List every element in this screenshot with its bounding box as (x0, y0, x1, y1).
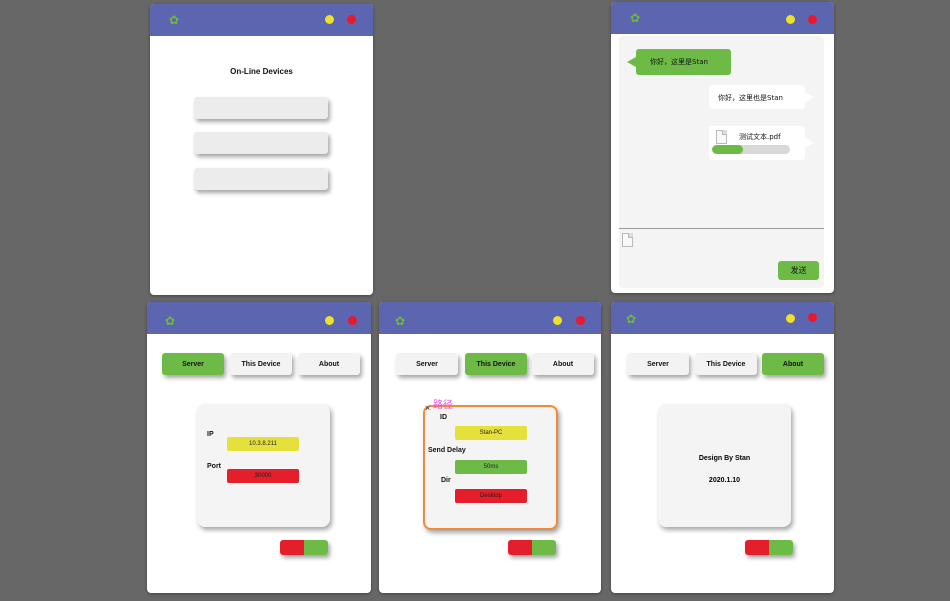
file-message[interactable]: 测试文本.pdf (709, 126, 814, 160)
close-button[interactable] (347, 15, 356, 24)
file-progress-fill (712, 145, 744, 154)
title-bar: ✿ (611, 302, 834, 334)
about-window: ✿ Server This Device About Design By Sta… (611, 302, 834, 593)
online-devices-window: ✿ On-Line Devices (150, 4, 373, 295)
id-label: ID (440, 414, 447, 421)
dir-value[interactable]: Desktop (455, 489, 527, 503)
design-credit: Design By Stan (698, 455, 751, 462)
path-label: 路径 (433, 400, 453, 411)
toggle-on (304, 540, 328, 555)
tab-about[interactable]: About (532, 353, 594, 375)
toggle-on (769, 540, 793, 555)
gear-icon[interactable]: ✿ (394, 315, 406, 327)
minimize-button[interactable] (786, 314, 795, 323)
server-toggle[interactable] (280, 540, 328, 555)
bubble-tail (627, 57, 636, 67)
chat-area: 你好，这里是Stan 你好，这里也是Stan 测试文本.pdf (619, 36, 824, 288)
port-label: Port (207, 463, 221, 470)
gear-icon[interactable]: ✿ (629, 12, 641, 24)
tab-this-device[interactable]: This Device (465, 353, 527, 375)
title-bar: ✿ (150, 4, 373, 36)
gear-icon[interactable]: ✿ (164, 315, 176, 327)
bubble-tail (805, 92, 814, 102)
minimize-button[interactable] (325, 316, 334, 325)
device-slot-2[interactable] (194, 132, 328, 154)
tab-this-device[interactable]: This Device (695, 353, 757, 375)
about-toggle[interactable] (745, 540, 793, 555)
ip-value[interactable]: 10.3.8.211 (227, 437, 299, 451)
device-toggle[interactable] (508, 540, 556, 555)
toggle-on (532, 540, 556, 555)
port-value[interactable]: 30000 (227, 469, 299, 483)
toggle-off (280, 540, 304, 555)
file-name: 测试文本.pdf (739, 133, 781, 141)
gear-icon[interactable]: ✿ (168, 14, 180, 26)
close-button[interactable] (348, 316, 357, 325)
release-date: 2020.1.10 (708, 477, 741, 484)
dir-label: Dir (441, 477, 451, 484)
file-icon (716, 130, 727, 144)
toggle-off (508, 540, 532, 555)
device-info-card: × 路径 ID Stan-PC Send Delay 50ms Dir Desk… (423, 400, 558, 530)
send-button[interactable]: 发送 (778, 261, 819, 280)
minimize-button[interactable] (553, 316, 562, 325)
online-devices-title: On-Line Devices (230, 67, 293, 76)
ip-label: IP (207, 431, 214, 438)
title-bar: ✿ (611, 2, 834, 34)
server-info-card: IP 10.3.8.211 Port 30000 (197, 404, 330, 527)
close-button[interactable] (576, 316, 585, 325)
path-close-mark[interactable]: × (425, 403, 430, 413)
attach-file-icon[interactable] (622, 233, 633, 247)
outgoing-message-text: 你好，这里也是Stan (718, 94, 783, 102)
device-slot-3[interactable] (194, 168, 328, 190)
tab-server[interactable]: Server (162, 353, 224, 375)
chat-window: ✿ 你好，这里是Stan 你好，这里也是Stan 测试文本.pdf 发送 (611, 2, 834, 293)
tab-about[interactable]: About (762, 353, 824, 375)
tab-server[interactable]: Server (627, 353, 689, 375)
incoming-message-text: 你好，这里是Stan (650, 58, 708, 66)
id-value[interactable]: Stan-PC (455, 426, 527, 440)
device-slot-1[interactable] (194, 97, 328, 119)
tab-server[interactable]: Server (396, 353, 458, 375)
server-window: ✿ Server This Device About IP 10.3.8.211… (147, 302, 371, 593)
file-progress-track (712, 145, 790, 154)
outgoing-message: 你好，这里也是Stan (709, 85, 814, 109)
tab-about[interactable]: About (298, 353, 360, 375)
message-input[interactable] (637, 232, 817, 256)
title-bar: ✿ (379, 302, 601, 334)
send-delay-value[interactable]: 50ms (455, 460, 527, 474)
close-button[interactable] (808, 15, 817, 24)
send-delay-label: Send Delay (428, 447, 466, 454)
toggle-off (745, 540, 769, 555)
about-card: Design By Stan 2020.1.10 (658, 404, 791, 527)
this-device-window: ✿ Server This Device About × 路径 ID Stan-… (379, 302, 601, 593)
gear-icon[interactable]: ✿ (625, 313, 637, 325)
tab-this-device[interactable]: This Device (230, 353, 292, 375)
bubble-tail (805, 138, 814, 148)
close-button[interactable] (808, 313, 817, 322)
input-divider (619, 228, 824, 229)
incoming-message: 你好，这里是Stan (627, 49, 731, 75)
minimize-button[interactable] (786, 15, 795, 24)
title-bar: ✿ (147, 302, 371, 334)
minimize-button[interactable] (325, 15, 334, 24)
